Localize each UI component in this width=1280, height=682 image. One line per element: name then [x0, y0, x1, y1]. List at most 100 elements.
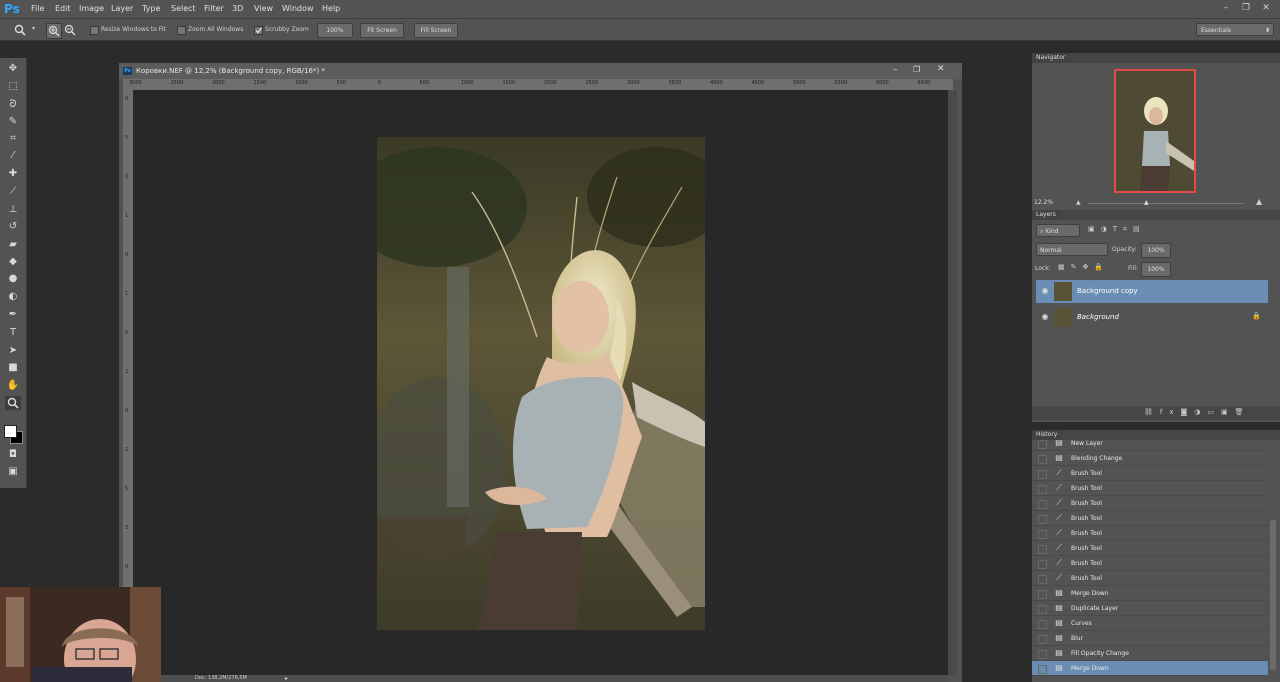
menu-filter[interactable]: Filter [204, 3, 224, 15]
history-item[interactable]: ▤ Curves [1032, 616, 1268, 631]
history-snapshot-checkbox[interactable] [1038, 545, 1047, 554]
history-snapshot-checkbox[interactable] [1038, 455, 1047, 464]
layer-filter-select[interactable]: ⌕ Kind [1036, 224, 1080, 237]
fit-screen-button[interactable]: Fit Screen [360, 23, 404, 38]
menu-select[interactable]: Select [171, 3, 196, 15]
visibility-eye-icon[interactable]: ◉ [1040, 286, 1050, 296]
history-item[interactable]: ⟋ Brush Tool [1032, 571, 1268, 586]
history-snapshot-checkbox[interactable] [1038, 605, 1047, 614]
history-snapshot-checkbox[interactable] [1038, 575, 1047, 584]
menu-view[interactable]: View [254, 3, 273, 15]
pen-tool-icon[interactable]: ✒ [5, 308, 21, 322]
zoom-all-windows-checkbox[interactable] [177, 26, 186, 35]
menu-window[interactable]: Window [282, 3, 314, 15]
zoom-100-button[interactable]: 100% [317, 23, 353, 38]
hand-tool-icon[interactable]: ✋ [5, 379, 21, 393]
tool-preset-chevron-icon[interactable]: ▾ [32, 25, 35, 32]
history-item[interactable]: ⟋ Brush Tool [1032, 541, 1268, 556]
history-item[interactable]: ▤ Duplicate Layer [1032, 601, 1268, 616]
history-item[interactable]: ⟋ Brush Tool [1032, 526, 1268, 541]
brush-tool-icon[interactable]: ⟋ [5, 185, 21, 199]
history-item[interactable]: ▤ Fill Opacity Change [1032, 646, 1268, 661]
doc-close-button[interactable]: ✕ [937, 64, 945, 74]
dodge-tool-icon[interactable]: ◐ [5, 290, 21, 304]
blend-mode-select[interactable]: Normal [1036, 243, 1108, 256]
history-snapshot-checkbox[interactable] [1038, 515, 1047, 524]
restore-button[interactable]: ❐ [1238, 2, 1254, 14]
history-item[interactable]: ▤ Merge Down [1032, 586, 1268, 601]
screen-mode-icon[interactable]: ▣ [5, 465, 21, 479]
history-snapshot-checkbox[interactable] [1038, 650, 1047, 659]
navigator-zoom-slider[interactable] [1088, 203, 1244, 204]
zoom-in-icon[interactable] [46, 23, 62, 39]
lock-icons[interactable]: ▦✎✥🔒 [1058, 263, 1109, 271]
workspace-select[interactable]: Essentials ⬍ [1196, 23, 1274, 36]
history-snapshot-checkbox[interactable] [1038, 665, 1047, 674]
layers-footer-icons[interactable]: ⛓fx◙◑▭▣🗑 [1144, 408, 1251, 416]
eraser-tool-icon[interactable]: ▰ [5, 238, 21, 252]
vertical-scrollbar[interactable] [948, 90, 957, 675]
blur-tool-icon[interactable]: ● [5, 272, 21, 286]
history-snapshot-checkbox[interactable] [1038, 470, 1047, 479]
history-scrollbar[interactable] [1270, 520, 1276, 670]
rectangle-tool-icon[interactable]: ■ [5, 361, 21, 375]
quick-mask-icon[interactable]: ◘ [5, 448, 21, 462]
history-item[interactable]: ⟋ Brush Tool [1032, 466, 1268, 481]
layer-name[interactable]: Background copy [1077, 286, 1138, 297]
move-tool-icon[interactable]: ✥ [5, 62, 21, 76]
menu-file[interactable]: File [31, 3, 44, 15]
navigator-slider-handle[interactable]: ▲ [1144, 199, 1149, 206]
healing-brush-tool-icon[interactable]: ✚ [5, 167, 21, 181]
menu-layer[interactable]: Layer [111, 3, 133, 15]
visibility-eye-icon[interactable]: ◉ [1040, 312, 1050, 322]
document-titlebar[interactable]: Ps Коровки.NEF @ 12,2% (Background copy,… [119, 63, 962, 79]
menu-image[interactable]: Image [79, 3, 104, 15]
opacity-input[interactable]: 100% [1141, 243, 1171, 258]
paint-bucket-tool-icon[interactable]: ◆ [5, 255, 21, 269]
menu-help[interactable]: Help [322, 3, 340, 15]
clone-stamp-tool-icon[interactable]: ⊥ [5, 203, 21, 217]
canvas-area[interactable] [133, 90, 948, 675]
history-item[interactable]: ▤ Blur [1032, 631, 1268, 646]
navigator-zoom-in-icon[interactable]: ▲ [1256, 197, 1262, 206]
history-snapshot-checkbox[interactable] [1038, 485, 1047, 494]
history-item[interactable]: ⟋ Brush Tool [1032, 511, 1268, 526]
minimize-button[interactable]: – [1218, 2, 1234, 14]
history-snapshot-checkbox[interactable] [1038, 635, 1047, 644]
layer-name[interactable]: Background [1077, 312, 1119, 323]
layer-filter-icons[interactable]: ▣◑T⌗▤ [1088, 225, 1146, 234]
menu-3d[interactable]: 3D [232, 3, 243, 15]
layer-row-background-copy[interactable]: ◉ Background copy [1036, 280, 1268, 303]
eyedropper-tool-icon[interactable]: ⁄ [5, 149, 21, 163]
zoom-tool-icon[interactable] [5, 396, 21, 410]
navigator-tab[interactable]: Navigator [1032, 53, 1072, 63]
crop-tool-icon[interactable]: ⌗ [5, 132, 21, 146]
history-item[interactable]: ▤ New Layer [1032, 440, 1268, 451]
type-tool-icon[interactable]: T [5, 326, 21, 340]
ruler-horizontal[interactable]: 3000 2500 2000 1500 1000 500 0 500 1000 1500 2000 2… [123, 79, 953, 90]
navigator-thumbnail[interactable] [1114, 69, 1196, 193]
lasso-tool-icon[interactable]: ᘐ [5, 98, 21, 112]
path-selection-tool-icon[interactable]: ➤ [5, 344, 21, 358]
marquee-tool-icon[interactable]: ⬚ [5, 80, 21, 94]
layer-row-background[interactable]: ◉ Background 🔒 [1036, 306, 1268, 329]
history-brush-tool-icon[interactable]: ↺ [5, 220, 21, 234]
layers-tab[interactable]: Layers [1032, 210, 1062, 220]
photo-image[interactable] [377, 137, 705, 630]
close-app-button[interactable]: ✕ [1258, 2, 1274, 14]
fill-screen-button[interactable]: Fill Screen [414, 23, 458, 38]
doc-minimize-button[interactable]: – [893, 65, 898, 75]
resize-windows-checkbox[interactable] [90, 26, 99, 35]
history-item-selected[interactable]: ▤ Merge Down [1032, 661, 1268, 676]
menu-edit[interactable]: Edit [55, 3, 71, 15]
history-snapshot-checkbox[interactable] [1038, 530, 1047, 539]
history-item[interactable]: ⟋ Brush Tool [1032, 481, 1268, 496]
history-snapshot-checkbox[interactable] [1038, 560, 1047, 569]
menu-type[interactable]: Type [142, 3, 160, 15]
history-tab[interactable]: History [1032, 430, 1062, 440]
zoom-icon[interactable] [14, 24, 26, 36]
history-snapshot-checkbox[interactable] [1038, 590, 1047, 599]
fill-input[interactable]: 100% [1141, 262, 1171, 277]
navigator-zoom-out-icon[interactable]: ▲ [1076, 199, 1081, 206]
doc-maximize-button[interactable]: ❐ [913, 65, 920, 74]
